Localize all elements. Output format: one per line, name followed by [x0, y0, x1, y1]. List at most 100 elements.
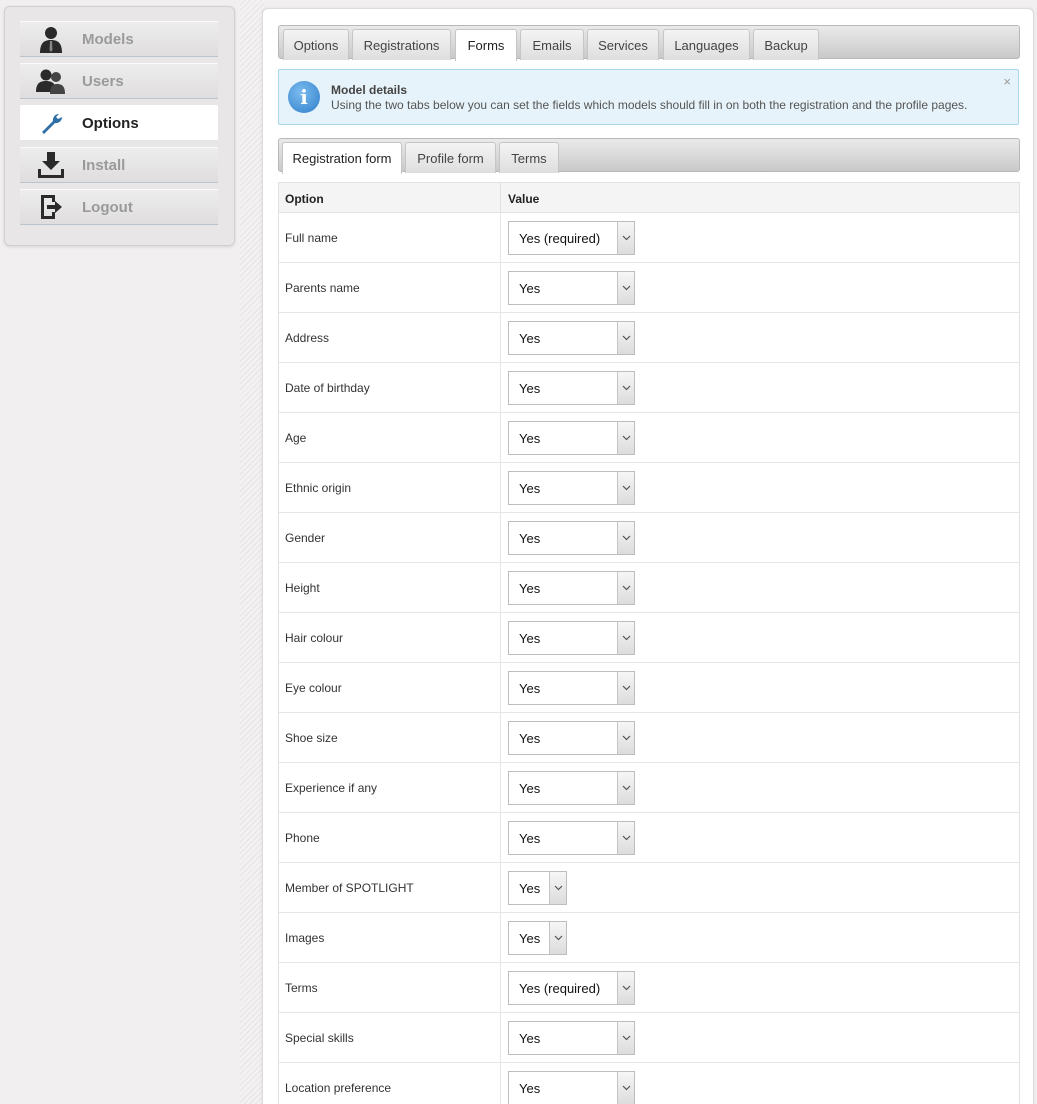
tab-emails[interactable]: Emails [520, 29, 584, 60]
chevron-down-icon[interactable] [617, 1072, 634, 1104]
value-select[interactable]: Yes [508, 521, 635, 555]
value-select[interactable]: Yes [508, 271, 635, 305]
value-cell: Yes [501, 613, 1019, 662]
sidebar-item-models[interactable]: Models [20, 21, 218, 57]
table-row: Phone Yes [279, 813, 1019, 863]
value-select[interactable]: Yes [508, 671, 635, 705]
option-label: Member of SPOTLIGHT [279, 863, 501, 912]
option-label: Ethnic origin [279, 463, 501, 512]
select-value: Yes [519, 880, 541, 896]
column-header-value: Value [508, 192, 540, 206]
chevron-down-icon[interactable] [617, 572, 634, 604]
select-value: Yes (required) [519, 230, 601, 246]
tab-services[interactable]: Services [587, 29, 659, 60]
select-value: Yes [519, 680, 541, 696]
chevron-down-icon[interactable] [549, 922, 566, 954]
select-value: Yes [519, 830, 541, 846]
table-row: Terms Yes (required) [279, 963, 1019, 1013]
sub-tab-bar: Registration form Profile form Terms [278, 138, 1020, 174]
sidebar-item-users[interactable]: Users [20, 63, 218, 99]
person-icon [20, 21, 82, 57]
download-icon [20, 147, 82, 183]
value-select[interactable]: Yes [508, 821, 635, 855]
select-value: Yes [519, 730, 541, 746]
value-cell: Yes [501, 663, 1019, 712]
table-row: Experience if any Yes [279, 763, 1019, 813]
chevron-down-icon[interactable] [617, 522, 634, 554]
tab-registrations[interactable]: Registrations [352, 29, 451, 60]
table-row: Parents name Yes [279, 263, 1019, 313]
chevron-down-icon[interactable] [617, 672, 634, 704]
tab-registration-form[interactable]: Registration form [282, 142, 402, 174]
value-select[interactable]: Yes [508, 421, 635, 455]
chevron-down-icon[interactable] [617, 472, 634, 504]
sidebar-item-label: Options [82, 114, 139, 132]
users-icon [20, 63, 82, 99]
value-select[interactable]: Yes [508, 571, 635, 605]
value-cell: Yes [501, 863, 1019, 912]
option-label: Terms [279, 963, 501, 1012]
value-select[interactable]: Yes [508, 371, 635, 405]
tab-backup[interactable]: Backup [753, 29, 819, 60]
logout-icon [20, 189, 82, 225]
sidebar-item-install[interactable]: Install [20, 147, 218, 183]
table-header: Option Value [279, 183, 1019, 213]
tab-terms[interactable]: Terms [499, 142, 559, 173]
value-cell: Yes [501, 263, 1019, 312]
value-select[interactable]: Yes [508, 321, 635, 355]
value-select[interactable]: Yes (required) [508, 221, 635, 255]
close-icon[interactable]: × [1003, 74, 1011, 89]
sidebar: Models Users Options Install Logout [4, 6, 235, 246]
decorative-stripe [240, 0, 264, 1104]
value-select[interactable]: Yes [508, 921, 567, 955]
tab-options[interactable]: Options [283, 29, 349, 60]
value-select[interactable]: Yes [508, 471, 635, 505]
select-value: Yes [519, 780, 541, 796]
options-table: Option Value Full name Yes (required) Pare… [278, 182, 1020, 1104]
sidebar-item-logout[interactable]: Logout [20, 189, 218, 225]
info-notice: i Model details Using the two tabs below… [278, 69, 1019, 125]
tab-forms[interactable]: Forms [455, 29, 517, 61]
sidebar-item-label: Users [82, 72, 124, 90]
column-header-option: Option [279, 183, 501, 212]
value-select[interactable]: Yes [508, 871, 567, 905]
table-row: Height Yes [279, 563, 1019, 613]
chevron-down-icon[interactable] [617, 372, 634, 404]
sidebar-item-options[interactable]: Options [20, 105, 218, 141]
tab-languages[interactable]: Languages [663, 29, 750, 60]
select-value: Yes [519, 480, 541, 496]
value-cell: Yes [501, 563, 1019, 612]
chevron-down-icon[interactable] [617, 722, 634, 754]
select-value: Yes [519, 430, 541, 446]
chevron-down-icon[interactable] [617, 422, 634, 454]
select-value: Yes [519, 280, 541, 296]
table-row: Full name Yes (required) [279, 213, 1019, 263]
sidebar-item-label: Models [82, 30, 134, 48]
chevron-down-icon[interactable] [617, 322, 634, 354]
chevron-down-icon[interactable] [617, 272, 634, 304]
value-cell: Yes [501, 463, 1019, 512]
value-cell: Yes [501, 363, 1019, 412]
tab-profile-form[interactable]: Profile form [405, 142, 496, 173]
chevron-down-icon[interactable] [617, 772, 634, 804]
option-label: Eye colour [279, 663, 501, 712]
chevron-down-icon[interactable] [617, 1022, 634, 1054]
chevron-down-icon[interactable] [617, 972, 634, 1004]
value-select[interactable]: Yes [508, 1071, 635, 1104]
value-select[interactable]: Yes [508, 771, 635, 805]
value-select[interactable]: Yes (required) [508, 971, 635, 1005]
value-select[interactable]: Yes [508, 1021, 635, 1055]
value-cell: Yes [501, 1013, 1019, 1062]
value-select[interactable]: Yes [508, 721, 635, 755]
sidebar-item-label: Install [82, 156, 126, 174]
chevron-down-icon[interactable] [617, 622, 634, 654]
option-label: Date of birthday [279, 363, 501, 412]
option-label: Gender [279, 513, 501, 562]
chevron-down-icon[interactable] [617, 822, 634, 854]
main-panel: Options Registrations Forms Emails Servi… [262, 8, 1034, 1104]
chevron-down-icon[interactable] [617, 222, 634, 254]
chevron-down-icon[interactable] [549, 872, 566, 904]
value-select[interactable]: Yes [508, 621, 635, 655]
value-cell: Yes [501, 913, 1019, 962]
info-title: Model details [331, 83, 408, 97]
